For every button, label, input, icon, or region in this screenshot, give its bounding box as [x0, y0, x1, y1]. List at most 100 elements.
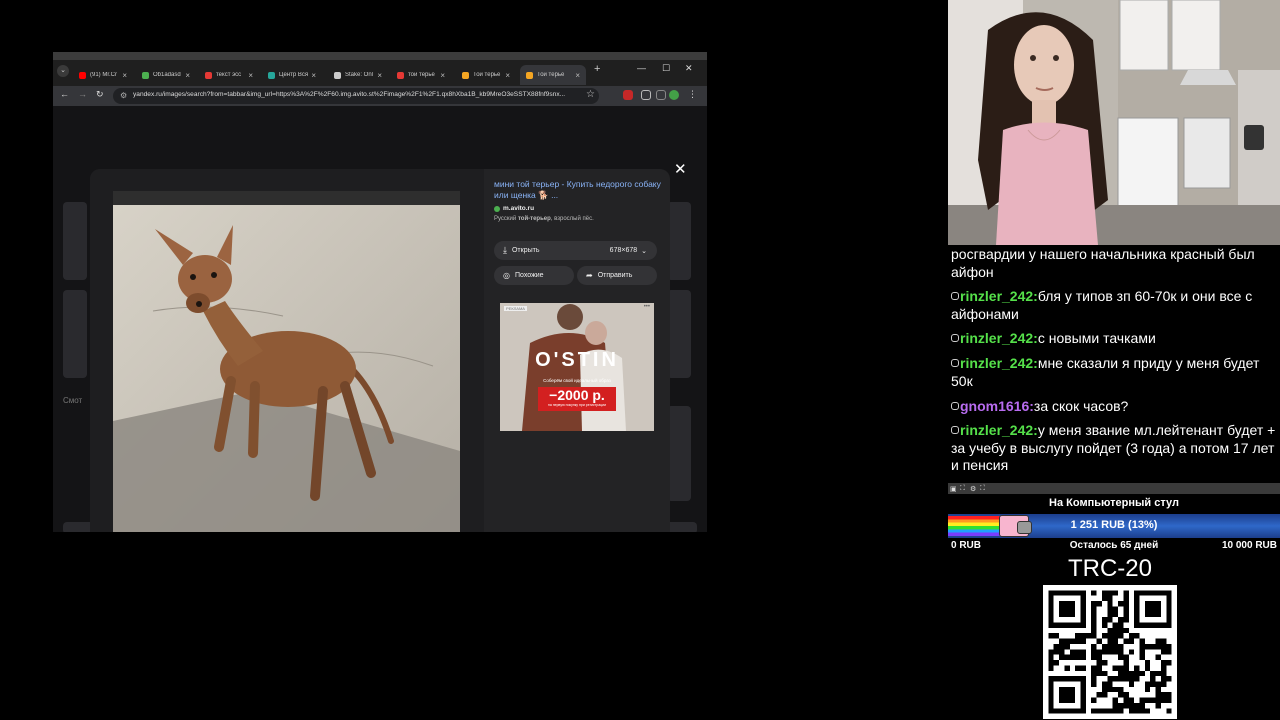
- ad-subtitle: Соберём свой идеальный образ: [543, 378, 611, 383]
- qr-module: [1080, 633, 1086, 639]
- qr-module: [1150, 670, 1156, 677]
- chat-message: rinzler_242:у меня звание мл.лейтенант б…: [951, 422, 1279, 475]
- tab-4[interactable]: Stake: Onl ×: [328, 65, 388, 85]
- image-size-label[interactable]: 678×678: [610, 247, 637, 254]
- tab-3[interactable]: Центр Вся ×: [262, 65, 322, 85]
- maximize-button[interactable]: ☐: [662, 63, 670, 74]
- qr-code[interactable]: [1043, 585, 1177, 719]
- qr-module: [1123, 665, 1129, 671]
- qr-module: [1107, 633, 1113, 639]
- qr-module: [1107, 595, 1113, 602]
- qr-module: [1139, 649, 1145, 655]
- chat-badge-icon: [951, 334, 959, 342]
- background-thumbnail[interactable]: [667, 406, 691, 501]
- qr-module: [1064, 654, 1070, 661]
- tab-title: той терье: [408, 72, 435, 78]
- ad-more-icon[interactable]: •••: [644, 304, 650, 310]
- source-site-row[interactable]: m.avito.ru: [494, 205, 662, 212]
- chat-badge-icon: [951, 426, 959, 434]
- fullscreen-icon[interactable]: ⛶: [980, 485, 985, 493]
- close-tab-icon[interactable]: ×: [505, 71, 510, 80]
- expand-icon[interactable]: ⛶: [960, 485, 965, 493]
- close-tab-icon[interactable]: ×: [440, 71, 445, 80]
- share-button[interactable]: ➦ Отправить: [577, 266, 657, 285]
- bookmark-star-icon[interactable]: ☆: [586, 89, 595, 100]
- close-tab-icon[interactable]: ×: [575, 71, 580, 80]
- tab-title: Той терье: [473, 72, 501, 78]
- background-thumbnail[interactable]: [63, 290, 87, 378]
- chevron-down-icon[interactable]: ⌄: [641, 247, 647, 255]
- tab-7-active[interactable]: Той терье ×: [520, 65, 586, 85]
- reload-button[interactable]: ↻: [96, 89, 104, 100]
- qr-module: [1123, 606, 1129, 612]
- qr-module: [1069, 638, 1076, 644]
- chat-username[interactable]: rinzler_242:: [960, 422, 1038, 438]
- profile-avatar-icon[interactable]: [669, 90, 679, 100]
- chat-icon[interactable]: ▣: [950, 485, 957, 493]
- close-tab-icon[interactable]: ×: [377, 71, 382, 80]
- chat-username[interactable]: rinzler_242:: [960, 355, 1038, 371]
- dog-photo[interactable]: [113, 191, 460, 532]
- close-viewer-icon[interactable]: ✕: [674, 160, 687, 178]
- tab-6[interactable]: Той терье ×: [456, 65, 516, 85]
- qr-module: [1160, 676, 1167, 682]
- qr-module: [1069, 654, 1076, 661]
- qr-module: [1112, 686, 1119, 693]
- chat-message-text: росгвардии у нашего начальника красный б…: [951, 246, 1255, 280]
- ostin-advertisement[interactable]: РЕКЛАМА ••• O'STIN Соберём свой идеальны…: [500, 303, 654, 431]
- qr-module: [1101, 681, 1108, 687]
- tab-1[interactable]: Ob1adasd ×: [136, 65, 196, 85]
- close-tab-icon[interactable]: ×: [122, 71, 127, 80]
- qr-module: [1075, 654, 1081, 661]
- qr-module: [1107, 617, 1113, 623]
- qr-module: [1155, 670, 1161, 677]
- background-thumbnail[interactable]: [667, 290, 691, 378]
- qr-module: [1091, 649, 1097, 655]
- new-tab-button[interactable]: +: [594, 63, 600, 75]
- sidebar-icon[interactable]: [656, 90, 666, 100]
- qr-module: [1101, 670, 1108, 677]
- tab-2[interactable]: текст эсс ×: [199, 65, 259, 85]
- qr-module: [1134, 702, 1140, 709]
- menu-kebab-icon[interactable]: ⋮: [688, 89, 697, 100]
- qr-module: [1048, 654, 1054, 661]
- qr-module: [1091, 617, 1097, 623]
- back-button[interactable]: ←: [60, 89, 69, 99]
- qr-module: [1059, 601, 1076, 618]
- address-bar[interactable]: ⚙ yandex.ru/images/search?from=tabbar&im…: [113, 88, 599, 104]
- close-tab-icon[interactable]: ×: [311, 71, 316, 80]
- close-tab-icon[interactable]: ×: [248, 71, 253, 80]
- similar-images-button[interactable]: ◎ Похожие: [494, 266, 574, 285]
- close-tab-icon[interactable]: ×: [185, 71, 190, 80]
- image-source-title-link[interactable]: мини той терьер - Купить недорого собаку…: [494, 179, 662, 201]
- qr-module: [1101, 590, 1108, 596]
- chat-username[interactable]: rinzler_242:: [960, 288, 1038, 304]
- tab-strip: ⌄ (91) Mr.Cr × Ob1adasd × текст эсс × Центр…: [53, 52, 707, 86]
- qr-module: [1144, 643, 1151, 650]
- tab-0[interactable]: (91) Mr.Cr ×: [73, 65, 133, 85]
- site-info-icon[interactable]: ⚙: [120, 91, 127, 100]
- background-thumbnail[interactable]: [667, 202, 691, 280]
- webcam-feed: [948, 0, 1280, 245]
- chat-username[interactable]: rinzler_242:: [960, 330, 1038, 346]
- chat-username[interactable]: gnom1616:: [960, 398, 1034, 414]
- tab-search-dropdown[interactable]: ⌄: [57, 65, 69, 77]
- extensions-puzzle-icon[interactable]: [641, 90, 651, 100]
- chat-message-text: с новыми тачками: [1037, 330, 1156, 346]
- tab-title: Той терье: [537, 72, 565, 78]
- gear-icon[interactable]: ⚙: [970, 485, 976, 493]
- image-icon: [462, 71, 469, 79]
- minimize-button[interactable]: —: [637, 63, 646, 73]
- tab-5[interactable]: той терье ×: [391, 65, 451, 85]
- forward-button[interactable]: →: [78, 89, 87, 99]
- qr-module: [1155, 654, 1161, 661]
- qr-module: [1107, 686, 1113, 693]
- qr-module: [1118, 654, 1124, 661]
- extension-icon[interactable]: [623, 90, 633, 100]
- chat-message: росгвардии у нашего начальника красный б…: [951, 246, 1279, 281]
- close-window-button[interactable]: ✕: [685, 63, 693, 74]
- background-thumbnail[interactable]: [63, 202, 87, 280]
- qr-module: [1112, 697, 1119, 703]
- qr-module: [1155, 681, 1161, 687]
- open-image-button[interactable]: ⤓ Открыть 678×678 ⌄: [494, 241, 657, 260]
